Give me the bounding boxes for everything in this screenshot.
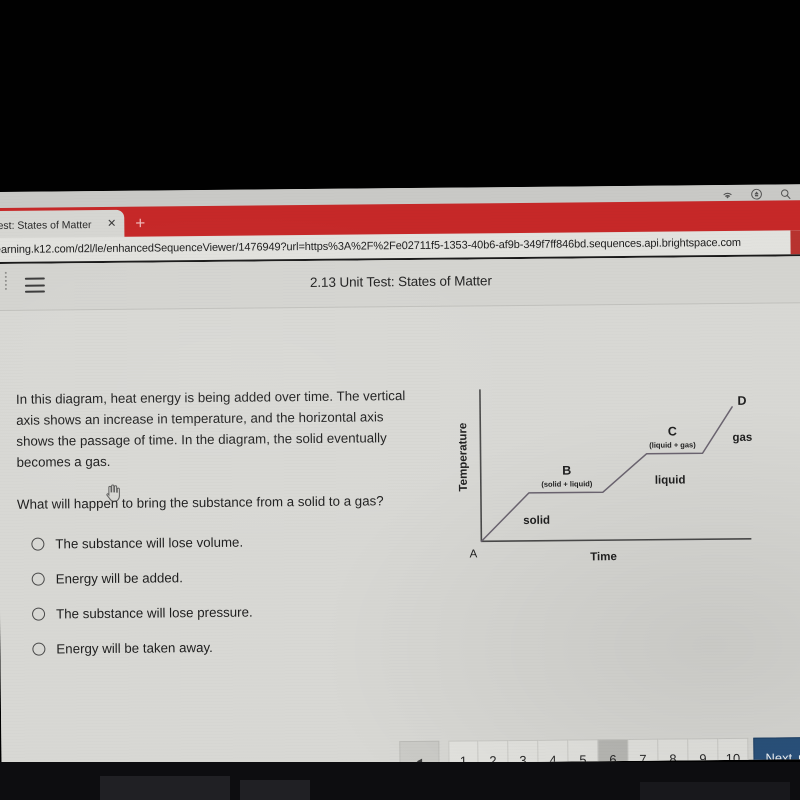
label-c-sublabel: (liquid + gas) [649,440,696,449]
label-point-d: D [737,394,746,408]
answer-option-label: Energy will be taken away. [56,639,213,657]
page-title: 2.13 Unit Test: States of Matter [309,273,492,290]
label-phase-gas: gas [732,432,752,444]
page-content: 2.13 Unit Test: States of Matter In this… [0,256,800,767]
battery-icon [751,188,762,200]
answer-option-label: The substance will lose volume. [55,534,244,552]
radio-button[interactable] [31,537,45,551]
new-tab-button[interactable]: + [132,214,148,233]
answer-option-label: The substance will lose pressure. [55,604,253,622]
close-icon[interactable]: ✕ [107,218,116,230]
answer-option-4[interactable]: Energy will be taken away. [18,628,418,667]
answer-options: The substance will lose volume. Energy w… [17,523,418,667]
label-point-c: C [668,424,677,438]
question-stem: In this diagram, heat energy is being ad… [15,388,406,470]
device-screen: it Test: States of Matter ✕ + learning.k… [0,184,800,767]
browser-tab-title: it Test: States of Matter [0,218,92,232]
answer-option-label: Energy will be added. [55,570,183,587]
y-axis-label: Temperature [457,423,470,492]
answer-option-2[interactable]: Energy will be added. [18,558,418,597]
label-b-sublabel: (solid + liquid) [541,479,593,488]
question-prompt: What will happen to bring the substance … [16,493,384,512]
x-axis-label: Time [590,551,617,563]
photo-letterbox-top [0,0,800,192]
answer-option-1[interactable]: The substance will lose volume. [17,523,417,562]
search-icon[interactable] [779,187,792,200]
photo-of-screen: it Test: States of Matter ✕ + learning.k… [0,0,800,800]
radio-button[interactable] [31,607,46,621]
x-axis [481,537,752,543]
phase-change-diagram: Temperature Time A B (solid + liquid) C … [450,378,792,581]
label-point-a: A [470,548,478,560]
browser-tab[interactable]: it Test: States of Matter ✕ [0,209,125,241]
radio-button[interactable] [31,572,45,586]
app-header: 2.13 Unit Test: States of Matter [0,256,800,311]
y-axis [479,389,483,542]
label-point-b: B [562,463,571,477]
label-phase-solid: solid [523,515,550,527]
heating-curve [480,406,733,543]
label-phase-liquid: liquid [655,474,686,486]
radio-button[interactable] [32,642,46,656]
address-bar-url: learning.k12.com/d2l/le/enhancedSequence… [0,236,741,257]
photo-letterbox-bottom [0,762,800,800]
answer-option-3[interactable]: The substance will lose pressure. [18,593,418,632]
question-panel: In this diagram, heat energy is being ad… [16,385,419,667]
wifi-icon [723,192,732,199]
